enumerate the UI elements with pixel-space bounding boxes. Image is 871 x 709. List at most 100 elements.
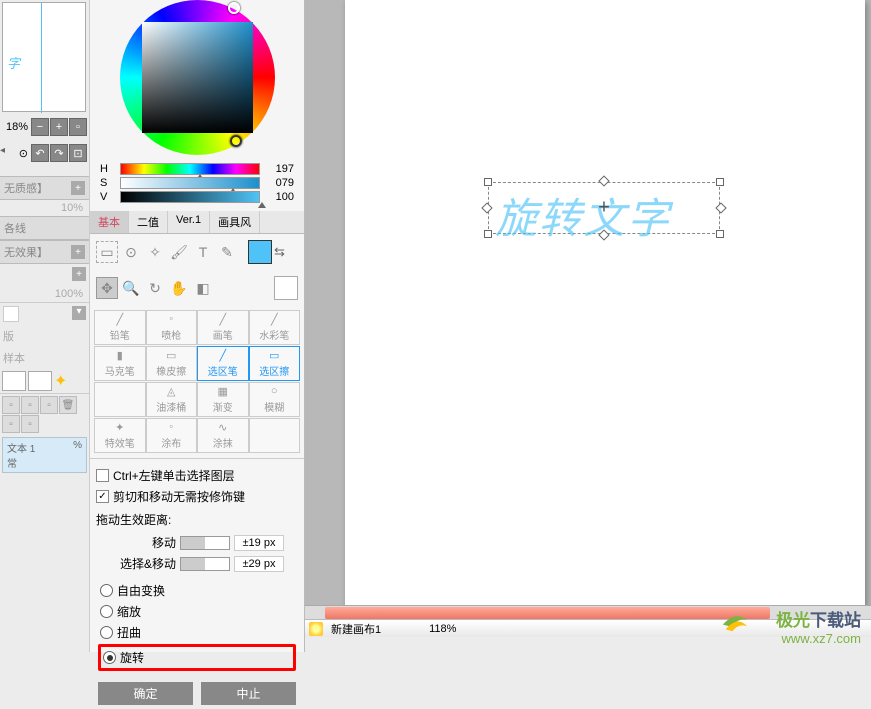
mask-button[interactable]: ▫ <box>40 396 58 414</box>
foreground-swatch[interactable] <box>248 240 272 264</box>
wand-icon[interactable]: ✧ <box>144 241 166 263</box>
text-tool-icon[interactable]: T <box>192 241 214 263</box>
trash-button[interactable]: 🗑 <box>59 396 77 414</box>
vertical-guide <box>41 3 42 113</box>
handle-br[interactable] <box>716 230 724 238</box>
star-icon[interactable]: ✦ <box>54 371 67 391</box>
brush-blur[interactable]: ○模糊 <box>249 382 301 417</box>
sat-slider[interactable] <box>120 177 260 189</box>
checkbox-unchecked[interactable] <box>96 469 109 482</box>
background-swatch[interactable] <box>274 276 298 300</box>
transform-distort[interactable]: 扭曲 <box>96 622 298 643</box>
transform-free[interactable]: 自由变换 <box>96 580 298 601</box>
text-selection-box[interactable]: 旋转文字 + <box>488 182 720 234</box>
color-square[interactable] <box>142 22 253 133</box>
swap-colors-icon[interactable]: ⇆ <box>274 244 285 260</box>
canvas[interactable]: 旋转文字 + <box>345 0 865 605</box>
brush-empty1[interactable] <box>94 382 146 417</box>
move-slider[interactable] <box>180 536 230 550</box>
hue-handle-2[interactable] <box>230 135 242 147</box>
brush-eraser[interactable]: ▭橡皮擦 <box>146 346 198 381</box>
cancel-button[interactable]: 中止 <box>201 682 296 705</box>
lasso-icon[interactable]: ⊙ <box>120 241 142 263</box>
tab-ver1[interactable]: Ver.1 <box>168 211 210 233</box>
preview-thumbnail[interactable]: 字 <box>2 2 86 112</box>
handle-tl[interactable] <box>484 178 492 186</box>
new-folder-button[interactable]: ▫ <box>21 396 39 414</box>
brush-spread[interactable]: ◦涂布 <box>146 418 198 453</box>
flatten-button[interactable]: ▫ <box>21 415 39 433</box>
transform-scale[interactable]: 缩放 <box>96 601 298 622</box>
s-label: S <box>100 177 114 189</box>
line-header[interactable]: 各线 <box>0 216 89 240</box>
brush-sel-pen[interactable]: ╱选区笔 <box>197 346 249 381</box>
ok-button[interactable]: 确定 <box>98 682 193 705</box>
zoom-tool-icon[interactable]: 🔍 <box>120 277 142 299</box>
brush-brush[interactable]: ╱画笔 <box>197 310 249 345</box>
effect-add[interactable]: + <box>72 267 86 281</box>
brush-empty2[interactable] <box>249 418 301 453</box>
compose-dropdown[interactable]: ▾ <box>72 306 86 320</box>
rotate-right-button[interactable]: ↷ <box>50 144 68 162</box>
eyedropper-icon[interactable]: ✎ <box>216 241 238 263</box>
rotate-left-button[interactable]: ↶ <box>31 144 49 162</box>
tab-binary[interactable]: 二值 <box>129 211 168 233</box>
radio-unchecked[interactable] <box>100 605 113 618</box>
ctrl-click-option[interactable]: Ctrl+左键单击选择图层 <box>96 465 298 486</box>
radio-checked[interactable] <box>103 651 116 664</box>
scroll-thumb[interactable] <box>325 607 770 619</box>
distort-label: 扭曲 <box>117 624 141 641</box>
handle-tr[interactable] <box>716 178 724 186</box>
compose-icon[interactable] <box>3 306 19 322</box>
effect-toggle[interactable]: + <box>71 245 85 259</box>
zoom-out-button[interactable]: − <box>31 118 49 136</box>
brush-pencil[interactable]: ╱铅笔 <box>94 310 146 345</box>
handle-bl[interactable] <box>484 230 492 238</box>
brush-marker[interactable]: ▮马克笔 <box>94 346 146 381</box>
quality-toggle[interactable]: + <box>71 181 85 195</box>
color-picker[interactable] <box>120 0 275 155</box>
brush-watercolor[interactable]: ╱水彩笔 <box>249 310 301 345</box>
ctrl-click-label: Ctrl+左键单击选择图层 <box>113 467 235 484</box>
effect-label: 无效果】 <box>4 244 48 260</box>
layer-compose-row: ▾ <box>0 302 89 325</box>
layer-thumb-2[interactable] <box>28 371 52 391</box>
selmove-value[interactable]: ±29 px <box>234 556 284 572</box>
effect-header[interactable]: 无效果】 + <box>0 240 89 264</box>
selmove-slider[interactable] <box>180 557 230 571</box>
layer-thumb-1[interactable] <box>2 371 26 391</box>
marquee-rect-icon[interactable]: ▭ <box>96 241 118 263</box>
rotate-reset-button[interactable]: ⊡ <box>69 144 87 162</box>
radio-unchecked[interactable] <box>100 584 113 597</box>
sat-row: S 079 <box>100 177 294 189</box>
radio-unchecked[interactable] <box>100 626 113 639</box>
zoom-fit-button[interactable]: ▫ <box>69 118 87 136</box>
color-wheel[interactable] <box>120 0 275 155</box>
brush-sel-eraser[interactable]: ▭选区擦 <box>249 346 301 381</box>
eraser-tool-icon[interactable]: ◧ <box>192 277 214 299</box>
hue-slider[interactable] <box>120 163 260 175</box>
canvas-area[interactable]: 旋转文字 + <box>305 0 871 605</box>
tab-basic[interactable]: 基本 <box>90 211 129 233</box>
brush-fx[interactable]: ✦特效笔 <box>94 418 146 453</box>
quality-header[interactable]: 无质感】 + <box>0 176 89 200</box>
brush-tool-icon[interactable]: 🖌 <box>168 241 190 263</box>
merge-button[interactable]: ▫ <box>2 415 20 433</box>
cut-move-option[interactable]: ✓ 剪切和移动无需按修饰键 <box>96 486 298 507</box>
rotate-tool-icon[interactable]: ↻ <box>144 277 166 299</box>
brush-gradient[interactable]: ▦渐变 <box>197 382 249 417</box>
new-layer-button[interactable]: ▫ <box>2 396 20 414</box>
move-value[interactable]: ±19 px <box>234 535 284 551</box>
zoom-in-button[interactable]: + <box>50 118 68 136</box>
tab-brush-style[interactable]: 画具风 <box>210 211 260 233</box>
val-slider[interactable] <box>120 191 260 203</box>
hand-tool-icon[interactable]: ✋ <box>168 277 190 299</box>
rotate-controls: ◂ ⊙ ↶ ↷ ⊡ <box>0 142 89 164</box>
brush-airbrush[interactable]: ◦喷枪 <box>146 310 198 345</box>
move-tool-icon[interactable]: ✥ <box>96 277 118 299</box>
brush-bucket[interactable]: ◬油漆桶 <box>146 382 198 417</box>
checkbox-checked[interactable]: ✓ <box>96 490 109 503</box>
hue-handle[interactable] <box>228 2 240 14</box>
brush-smudge[interactable]: ∿涂抹 <box>197 418 249 453</box>
layer-item[interactable]: 文本 1 常 % <box>2 437 87 473</box>
